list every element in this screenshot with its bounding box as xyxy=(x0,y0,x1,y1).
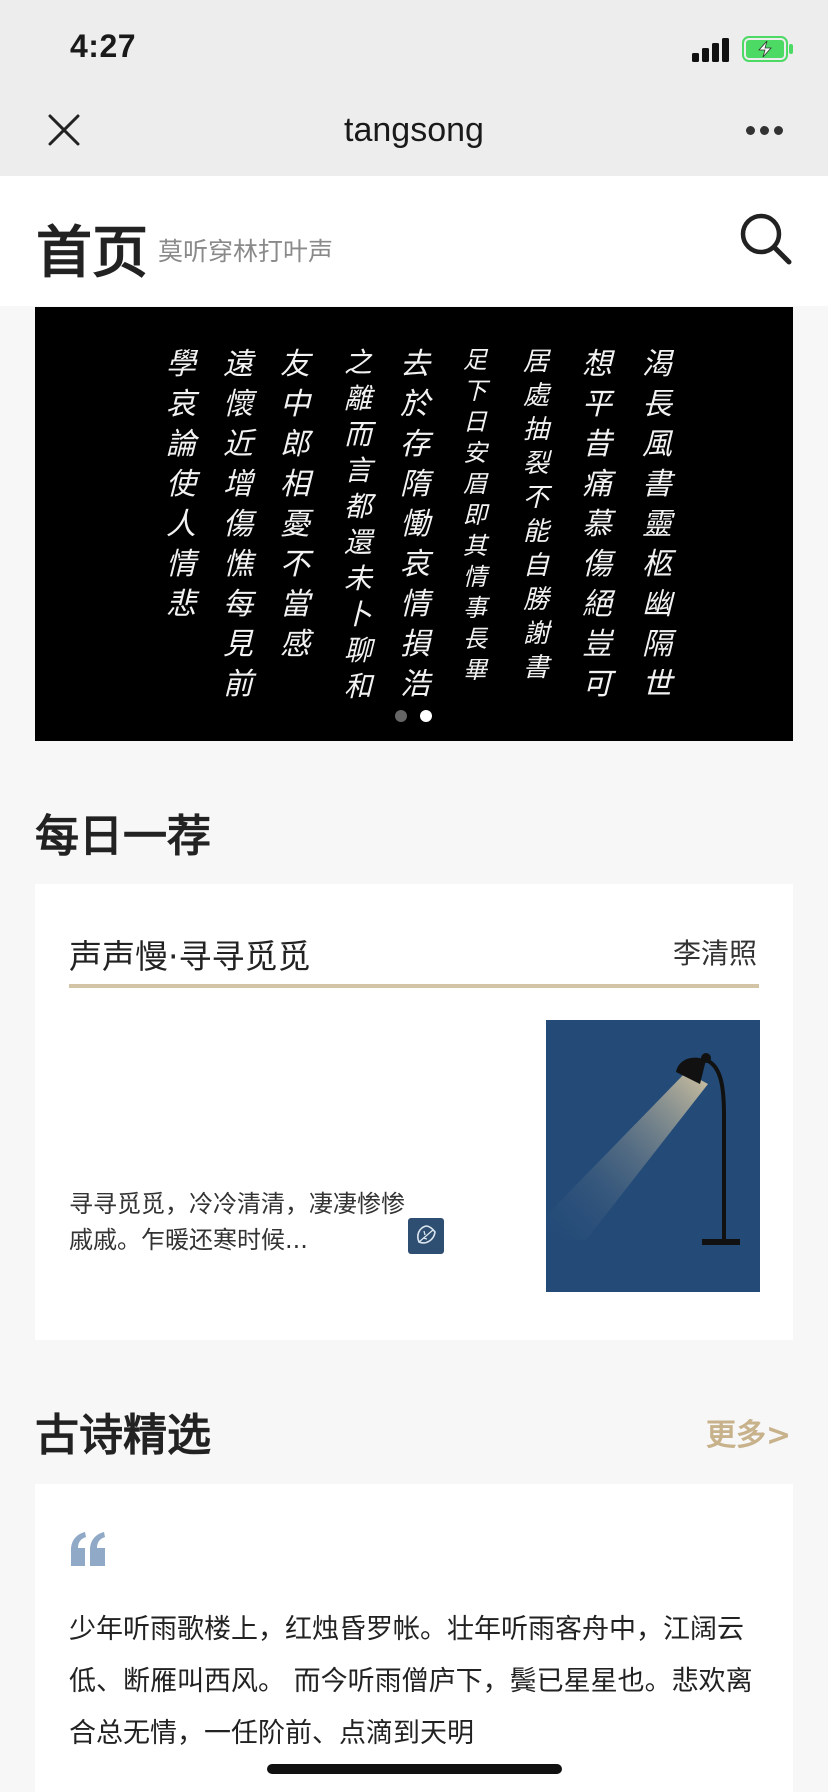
daily-section-title: 每日一荐 xyxy=(35,811,211,862)
calligraphy-column: 學哀論使人情悲 xyxy=(166,347,196,622)
home-indicator xyxy=(267,1764,562,1774)
nav-title: tangsong xyxy=(344,111,484,149)
page-subtitle: 莫听穿林打叶声 xyxy=(158,237,334,266)
calligraphy-column: 居處抽裂不能自勝謝書 xyxy=(522,347,549,683)
page-title: 首页 xyxy=(36,220,148,286)
status-time: 4:27 xyxy=(70,28,137,64)
calligraphy-column: 友中郎相憂不當感 xyxy=(280,347,310,662)
quote-text: 少年听雨歌楼上，红烛昏罗帐。壮年听雨客舟中，江阔云低、断雁叫西风。 而今听雨僧庐… xyxy=(69,1614,753,1749)
page-header: 首页 莫听穿林打叶声 xyxy=(0,176,828,306)
calligraphy-column: 渴長風書靈柩幽隔世 xyxy=(642,347,672,702)
calligraphy-column: 想平昔痛慕傷絕豈可 xyxy=(582,347,612,702)
calligraphy-column: 足下日安眉即其情事長畢 xyxy=(463,346,487,684)
poem-author: 李清照 xyxy=(672,937,757,970)
daily-poem-card[interactable]: 声声慢·寻寻觅觅 李清照 寻寻觅觅，冷冷清清，凄凄惨惨戚戚。乍暖还寒时候... xyxy=(35,884,793,1340)
search-icon[interactable] xyxy=(738,211,794,267)
more-options-icon[interactable] xyxy=(744,126,784,136)
quote-icon xyxy=(71,1532,105,1566)
quote-card[interactable]: 少年听雨歌楼上，红烛昏罗帐。壮年听雨客舟中，江阔云低、断雁叫西风。 而今听雨僧庐… xyxy=(35,1484,793,1792)
battery-icon xyxy=(742,36,793,62)
carousel-dot[interactable] xyxy=(395,710,407,722)
calligraphy-column: 之離而言都還未卜聊和 xyxy=(343,346,372,703)
signal-icon xyxy=(692,36,734,62)
poem-excerpt: 寻寻觅觅，冷冷清清，凄凄惨惨戚戚。乍暖还寒时候... xyxy=(69,1190,405,1254)
calligraphy-column: 去於存隋慟哀情損浩 xyxy=(400,347,430,702)
more-link[interactable]: 更多> xyxy=(706,1410,791,1454)
desk-lamp-illustration xyxy=(546,1020,760,1292)
classics-section-title: 古诗精选 xyxy=(35,1410,211,1461)
calligraphy-column: 遠懷近增傷憔每見前 xyxy=(223,347,253,702)
divider xyxy=(69,984,759,988)
carousel-dot-active[interactable] xyxy=(420,710,432,722)
banner-carousel[interactable]: 渴長風書靈柩幽隔世 想平昔痛慕傷絕豈可 居處抽裂不能自勝謝書 足下日安眉即其情事… xyxy=(35,307,793,741)
leaf-icon xyxy=(408,1218,444,1254)
poem-title: 声声慢·寻寻觅觅 xyxy=(69,937,311,976)
